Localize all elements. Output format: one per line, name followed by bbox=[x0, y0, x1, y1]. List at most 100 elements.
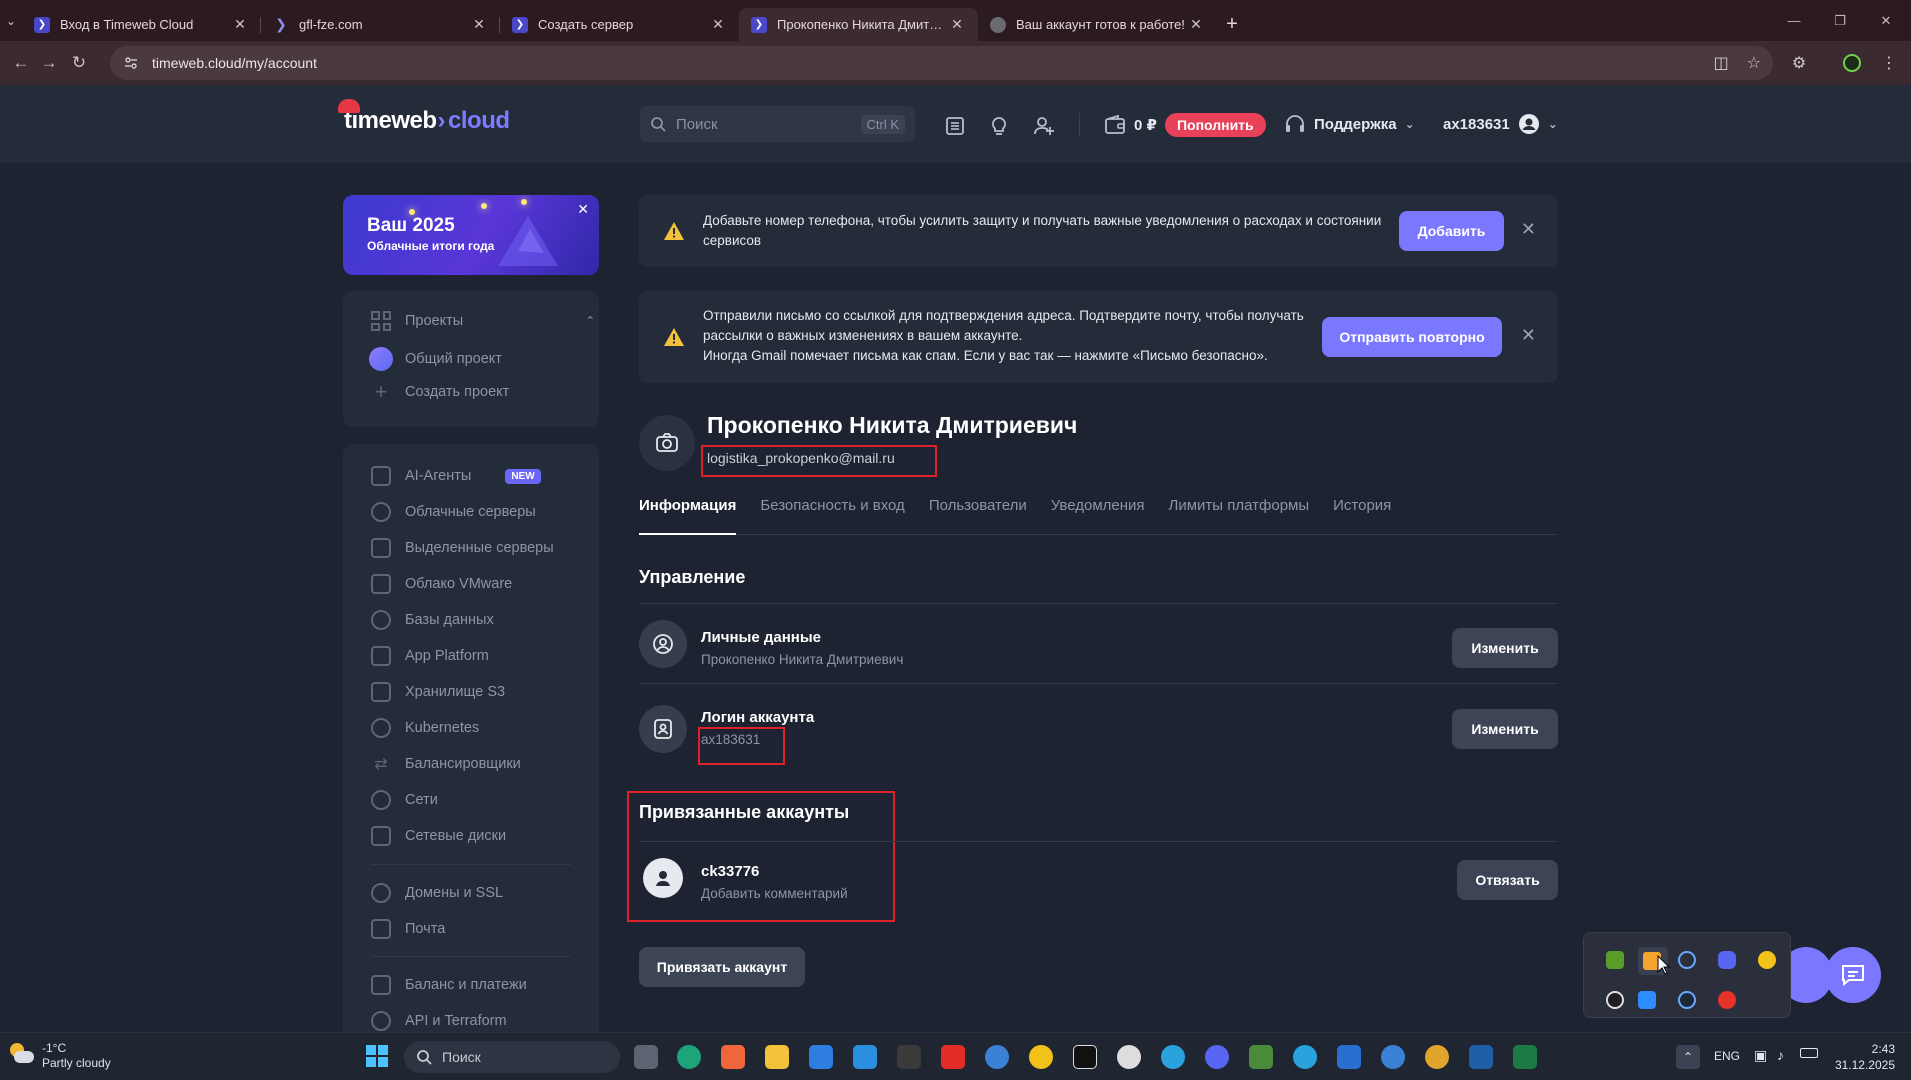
extensions-icon[interactable]: ⚙ bbox=[1781, 41, 1817, 85]
sidebar-item-app-platform[interactable]: App Platform bbox=[371, 646, 489, 666]
taskbar-search[interactable]: Поиск bbox=[404, 1041, 620, 1073]
chevron-up-icon[interactable]: ⌃ bbox=[585, 314, 595, 328]
sidebar-item-domains[interactable]: Домены и SSL bbox=[371, 883, 503, 903]
support-menu[interactable]: Поддержка ⌄ bbox=[1284, 113, 1415, 135]
chat-button[interactable] bbox=[1825, 947, 1881, 1003]
app-icon[interactable] bbox=[897, 1045, 921, 1069]
account-menu[interactable]: ax183631 ⌄ bbox=[1443, 113, 1558, 135]
sidebar-item-load-balancers[interactable]: ⇄ Балансировщики bbox=[371, 754, 520, 774]
close-icon[interactable]: ✕ bbox=[1521, 325, 1536, 346]
browser-tab[interactable]: ❯ Создать сервер ✕ bbox=[500, 8, 739, 41]
edit-login-button[interactable]: Изменить bbox=[1452, 709, 1558, 749]
sun-app-icon[interactable] bbox=[1758, 951, 1776, 969]
app-icon[interactable] bbox=[1117, 1045, 1141, 1069]
tab-history[interactable]: История bbox=[1333, 495, 1391, 535]
task-view-icon[interactable] bbox=[634, 1045, 658, 1069]
browser-tab-active[interactable]: ❯ Прокопенко Никита Дмитриевич ✕ bbox=[739, 8, 978, 41]
sidebar-item-mail[interactable]: Почта bbox=[371, 919, 445, 939]
tab-notifications[interactable]: Уведомления bbox=[1051, 495, 1145, 535]
link-account-button[interactable]: Привязать аккаунт bbox=[639, 947, 805, 987]
resend-email-button[interactable]: Отправить повторно bbox=[1322, 317, 1502, 357]
add-comment-link[interactable]: Добавить комментарий bbox=[701, 886, 848, 901]
sun-app-icon[interactable] bbox=[1029, 1045, 1053, 1069]
wallet-icon[interactable] bbox=[1104, 114, 1126, 136]
app-icon[interactable] bbox=[1469, 1045, 1493, 1069]
address-bar[interactable]: timeweb.cloud/my/account ◫ ☆ bbox=[110, 46, 1773, 80]
start-button[interactable] bbox=[366, 1045, 388, 1067]
browser-tab[interactable]: ❯ Вход в Timeweb Cloud ✕ bbox=[22, 8, 261, 41]
install-app-icon[interactable]: ◫ bbox=[1714, 53, 1729, 73]
unlink-account-button[interactable]: Отвязать bbox=[1457, 860, 1558, 900]
upload-photo-button[interactable] bbox=[639, 415, 695, 471]
close-tab-icon[interactable]: ✕ bbox=[470, 16, 488, 33]
telegram-icon[interactable] bbox=[1293, 1045, 1317, 1069]
tray-overflow-button[interactable]: ⌃ bbox=[1676, 1045, 1700, 1069]
discord-icon[interactable] bbox=[1205, 1045, 1229, 1069]
lightbulb-icon[interactable] bbox=[988, 115, 1012, 139]
file-explorer-icon[interactable] bbox=[765, 1045, 789, 1069]
chrome-icon[interactable] bbox=[1425, 1045, 1449, 1069]
browser-menu-icon[interactable]: ⋮ bbox=[1871, 41, 1907, 85]
vscode-icon[interactable] bbox=[853, 1045, 877, 1069]
browser-tab[interactable]: ❯ gfl-fze.com ✕ bbox=[261, 8, 500, 41]
network-icon[interactable]: ▣ bbox=[1754, 1047, 1767, 1064]
sidebar-item-s3-storage[interactable]: Хранилище S3 bbox=[371, 682, 505, 702]
g-app-icon[interactable] bbox=[1606, 991, 1624, 1009]
restore-icon[interactable]: ❐ bbox=[1817, 0, 1863, 41]
site-info-icon[interactable] bbox=[124, 56, 138, 70]
weather-widget[interactable]: -1°C Partly cloudy bbox=[8, 1041, 111, 1071]
steam-icon[interactable] bbox=[1678, 991, 1696, 1009]
add-phone-button[interactable]: Добавить bbox=[1399, 211, 1504, 251]
app-icon[interactable] bbox=[721, 1045, 745, 1069]
volume-icon[interactable]: ♪ bbox=[1777, 1047, 1784, 1063]
app-icon[interactable] bbox=[1337, 1045, 1361, 1069]
projects-header[interactable]: Проекты ⌃ bbox=[371, 311, 595, 331]
close-window-icon[interactable]: ✕ bbox=[1863, 0, 1909, 41]
close-tab-icon[interactable]: ✕ bbox=[231, 16, 249, 33]
sidebar-item-kubernetes[interactable]: Kubernetes bbox=[371, 718, 479, 738]
sidebar-item-billing[interactable]: Баланс и платежи bbox=[371, 975, 527, 995]
bookmark-star-icon[interactable]: ☆ bbox=[1747, 53, 1761, 73]
chrome-icon[interactable] bbox=[985, 1045, 1009, 1069]
search-input[interactable]: Поиск Ctrl K bbox=[640, 106, 915, 142]
tab-users[interactable]: Пользователи bbox=[929, 495, 1027, 535]
add-user-icon[interactable] bbox=[1033, 115, 1057, 139]
tab-limits[interactable]: Лимиты платформы bbox=[1169, 495, 1310, 535]
topup-button[interactable]: Пополнить bbox=[1164, 113, 1266, 137]
sidebar-item-databases[interactable]: Базы данных bbox=[371, 610, 494, 630]
sidebar-item-cloud-servers[interactable]: Облачные серверы bbox=[371, 502, 536, 522]
profile-avatar-icon[interactable] bbox=[1834, 41, 1870, 85]
tab-info[interactable]: Информация bbox=[639, 495, 737, 535]
tab-search-icon[interactable]: ⌄ bbox=[0, 0, 22, 41]
close-banner-icon[interactable]: ✕ bbox=[577, 201, 589, 218]
minimize-icon[interactable]: — bbox=[1771, 0, 1817, 41]
clock[interactable]: 2:43 31.12.2025 bbox=[1835, 1041, 1895, 1073]
tab-security[interactable]: Безопасность и вход bbox=[760, 495, 904, 535]
edit-personal-data-button[interactable]: Изменить bbox=[1452, 628, 1558, 668]
nvidia-icon[interactable] bbox=[1606, 951, 1624, 969]
store-icon[interactable] bbox=[809, 1045, 833, 1069]
close-icon[interactable]: ✕ bbox=[1521, 219, 1536, 240]
app-icon[interactable] bbox=[1249, 1045, 1273, 1069]
wiki-icon[interactable] bbox=[1073, 1045, 1097, 1069]
close-tab-icon[interactable]: ✕ bbox=[948, 16, 966, 33]
sync-icon[interactable] bbox=[1678, 951, 1696, 969]
sidebar-item-create-project[interactable]: + Создать проект bbox=[371, 381, 510, 403]
year-summary-banner[interactable]: Ваш 2025 Облачные итоги года ✕ bbox=[343, 195, 599, 275]
sidebar-item-api[interactable]: API и Terraform bbox=[371, 1011, 507, 1031]
sidebar-item-networks[interactable]: Сети bbox=[371, 790, 438, 810]
sidebar-item-network-disks[interactable]: Сетевые диски bbox=[371, 826, 506, 846]
telegram-icon[interactable] bbox=[1161, 1045, 1185, 1069]
reload-icon[interactable]: ↻ bbox=[58, 41, 100, 85]
chrome-icon[interactable] bbox=[1381, 1045, 1405, 1069]
battery-icon[interactable] bbox=[1800, 1048, 1818, 1058]
new-tab-button[interactable]: + bbox=[1217, 8, 1247, 41]
language-indicator[interactable]: ENG bbox=[1714, 1049, 1740, 1063]
excel-icon[interactable] bbox=[1513, 1045, 1537, 1069]
sidebar-item-dedicated-servers[interactable]: Выделенные серверы bbox=[371, 538, 554, 558]
sidebar-item-ai-agents[interactable]: AI-Агенты NEW bbox=[371, 466, 541, 486]
close-tab-icon[interactable]: ✕ bbox=[1187, 16, 1205, 33]
zoom-icon[interactable] bbox=[1638, 991, 1656, 1009]
sidebar-item-vmware[interactable]: Облако VMware bbox=[371, 574, 512, 594]
youtube-icon[interactable] bbox=[941, 1045, 965, 1069]
